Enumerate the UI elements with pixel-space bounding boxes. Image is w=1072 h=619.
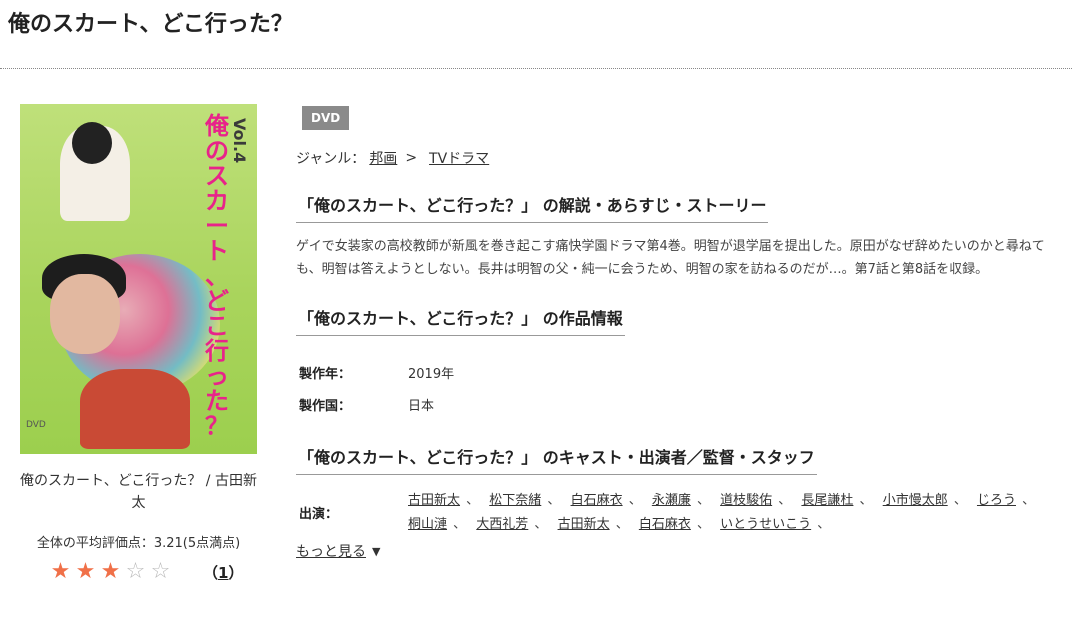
show-more-label: もっと見る xyxy=(296,544,366,560)
cast-separator: 、 xyxy=(462,493,484,508)
synopsis-heading: 「俺のスカート、どこ行った？」 の解説・あらすじ・ストーリー xyxy=(296,192,769,223)
info-row-year: 製作年： 2019年 xyxy=(296,356,1066,388)
cast-separator: 、 xyxy=(949,493,971,508)
cast-link[interactable]: 永瀬廉 xyxy=(652,493,691,508)
cover-red-dress xyxy=(80,369,190,449)
cast-link[interactable]: じろう xyxy=(977,493,1016,508)
cover-figure-hair xyxy=(72,122,112,164)
cast-link[interactable]: 白石麻衣 xyxy=(571,493,623,508)
cast-link[interactable]: いとうせいこう xyxy=(720,517,811,532)
title-divider xyxy=(0,68,1072,69)
cover-title-char: 行 xyxy=(205,337,229,365)
info-key: 製作国： xyxy=(299,398,352,414)
cover-title-char: ー xyxy=(205,212,229,240)
cast-link[interactable]: 古田新太 xyxy=(558,517,610,532)
cast-separator: 、 xyxy=(813,517,831,532)
cast-link[interactable]: 白石麻衣 xyxy=(639,517,691,532)
cover-volume: Vol.4 xyxy=(230,118,249,164)
star-icon: ☆ xyxy=(150,559,171,584)
cast-section: 出演： 古田新太 、 松下奈緒 、 白石麻衣 、 永瀬廉 、 道枝駿佑 、 長尾… xyxy=(296,489,1066,537)
info-key: 製作年： xyxy=(299,366,352,382)
product-sidebar: 俺のスカート、どこ行った？ Vol.4 DVD 俺のスカート、どこ行った？ / … xyxy=(20,104,268,583)
review-count-close: ） xyxy=(228,563,244,582)
cover-title-char: ト xyxy=(205,237,229,265)
cover-title-char: 、 xyxy=(205,262,229,290)
info-row-country: 製作国： 日本 xyxy=(296,388,1066,420)
cover-title-char: こ xyxy=(205,312,229,340)
genre-label: ジャンル： xyxy=(296,151,366,167)
average-rating-label: 全体の平均評価点：3.21(5点満点) xyxy=(36,536,241,551)
cast-separator: 、 xyxy=(774,493,796,508)
rating-row: ★ ★ ★ ☆ ☆ （1） xyxy=(20,561,268,583)
cast-link[interactable]: 桐山漣 xyxy=(408,517,447,532)
media-badge: DVD xyxy=(302,106,350,130)
info-value: 日本 xyxy=(408,398,435,414)
cover-main-face xyxy=(50,274,120,354)
review-count-value: 1 xyxy=(218,563,229,582)
cast-separator: 、 xyxy=(692,493,715,508)
synopsis-text: ゲイで女装家の高校教師が新風を巻き起こす痛快学園ドラマ第4巻。明智が退学届を提出… xyxy=(296,239,1045,277)
star-icon: ★ xyxy=(75,559,96,584)
cast-link[interactable]: 大西礼芳 xyxy=(476,517,528,532)
cast-separator: 、 xyxy=(449,517,471,532)
cast-separator: 、 xyxy=(1017,493,1036,508)
genre-link-tvdrama[interactable]: TVドラマ xyxy=(429,148,489,168)
info-table: 製作年： 2019年 製作国： 日本 xyxy=(296,356,1066,420)
cast-link[interactable]: 松下奈緒 xyxy=(489,493,541,508)
cast-link[interactable]: 道枝駿佑 xyxy=(720,493,772,508)
cover-title-char: ？ xyxy=(205,412,229,440)
review-count-link[interactable]: （1） xyxy=(203,562,243,583)
cover-title-char: た xyxy=(205,387,229,415)
cover-vertical-title: 俺のスカート、どこ行った？ xyxy=(187,114,247,444)
page-title: 俺のスカート、どこ行った？ xyxy=(8,12,293,37)
cover-title-char: カ xyxy=(205,187,229,215)
product-details: DVD ジャンル： 邦画 > TVドラマ 「俺のスカート、どこ行った？」 の解説… xyxy=(296,106,1066,561)
cover-title-char: ど xyxy=(205,287,229,315)
cast-separator: 、 xyxy=(543,493,565,508)
cast-separator: 、 xyxy=(611,517,633,532)
cover-image[interactable]: 俺のスカート、どこ行った？ Vol.4 DVD xyxy=(20,104,257,454)
show-more-link[interactable]: もっと見る ▼ xyxy=(296,541,1066,561)
genre-breadcrumb: ジャンル： 邦画 > TVドラマ xyxy=(296,148,1066,168)
info-heading: 「俺のスカート、どこ行った？」 の作品情報 xyxy=(296,305,625,336)
cast-label: 出演： xyxy=(299,507,339,522)
cast-separator: 、 xyxy=(530,517,552,532)
cover-caption: 俺のスカート、どこ行った？ / 古田新太 xyxy=(20,473,257,511)
star-icon: ★ xyxy=(50,559,71,584)
cast-list: 古田新太 、 松下奈緒 、 白石麻衣 、 永瀬廉 、 道枝駿佑 、 長尾謙杜 、… xyxy=(408,489,1058,537)
cast-heading: 「俺のスカート、どこ行った？」 のキャスト・出演者／監督・スタッフ xyxy=(296,444,817,475)
cast-link[interactable]: 長尾謙杜 xyxy=(801,493,853,508)
star-icon: ★ xyxy=(100,559,121,584)
genre-separator: > xyxy=(405,150,418,166)
chevron-down-icon: ▼ xyxy=(372,544,381,558)
cover-title-char: っ xyxy=(205,362,229,390)
info-value: 2019年 xyxy=(408,366,455,382)
cast-separator: 、 xyxy=(624,493,646,508)
cast-separator: 、 xyxy=(855,493,877,508)
cover-dvd-logo: DVD xyxy=(26,420,46,430)
cast-separator: 、 xyxy=(692,517,715,532)
cast-link[interactable]: 小市慢太郎 xyxy=(883,493,948,508)
cast-link[interactable]: 古田新太 xyxy=(408,493,460,508)
review-count-open: （ xyxy=(203,563,219,582)
star-icon: ☆ xyxy=(125,559,146,584)
genre-link-houga[interactable]: 邦画 xyxy=(369,148,397,168)
cover-title-char: ス xyxy=(205,162,229,190)
